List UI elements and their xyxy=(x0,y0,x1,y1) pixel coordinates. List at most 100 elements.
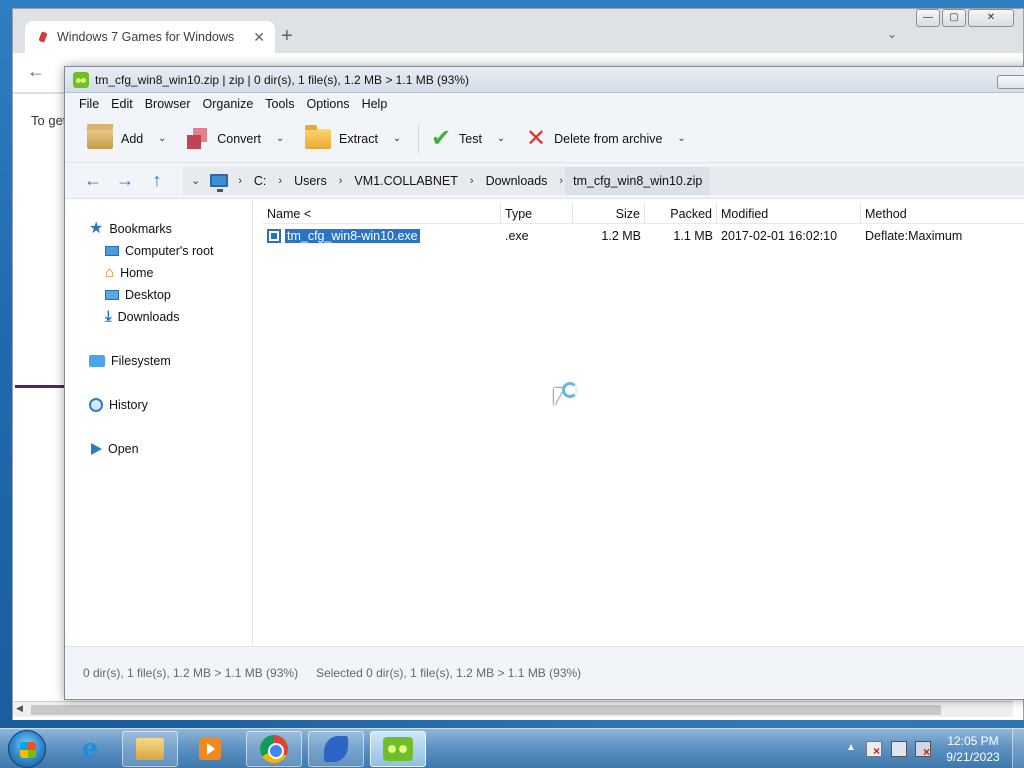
sidebar-label: Filesystem xyxy=(111,354,171,368)
file-name-cell[interactable]: tm_cfg_win8-win10.exe xyxy=(263,229,501,243)
status-archive-info: 0 dir(s), 1 file(s), 1.2 MB > 1.1 MB (93… xyxy=(83,665,299,680)
forward-arrow-icon[interactable]: → xyxy=(109,170,141,191)
convert-button[interactable]: Convert xyxy=(179,123,269,155)
delete-dropdown-button[interactable]: ⌄ xyxy=(670,133,692,144)
convert-icon xyxy=(187,127,209,150)
media-player-icon xyxy=(199,738,221,760)
extract-folder-icon xyxy=(305,124,332,149)
add-dropdown-button[interactable]: ⌄ xyxy=(151,133,173,144)
breadcrumb-downloads[interactable]: Downloads xyxy=(476,174,558,188)
minimize-button[interactable]: — xyxy=(916,9,940,27)
breadcrumb-separator[interactable]: › xyxy=(236,175,244,187)
peazip-titlebar[interactable]: tm_cfg_win8_win10.zip | zip | 0 dir(s), … xyxy=(65,67,1024,93)
clock-date: 9/21/2023 xyxy=(946,750,1000,764)
taskbar-peazip[interactable] xyxy=(370,731,426,767)
extract-button[interactable]: Extract xyxy=(297,123,386,155)
action-center-flag-icon[interactable] xyxy=(866,741,882,758)
file-list: Name < Type Size Packed Modified Method … xyxy=(253,200,1024,646)
taskbar-media-player[interactable] xyxy=(182,731,238,767)
file-name[interactable]: tm_cfg_win8-win10.exe xyxy=(285,229,420,243)
menu-edit[interactable]: Edit xyxy=(105,97,139,111)
wireshark-fin-icon xyxy=(324,736,348,762)
status-bar: 0 dir(s), 1 file(s), 1.2 MB > 1.1 MB (93… xyxy=(65,646,1024,698)
breadcrumb-user-folder[interactable]: VM1.COLLABNET xyxy=(344,174,468,188)
file-type: .exe xyxy=(505,229,529,243)
chrome-icon xyxy=(260,735,288,763)
page-divider xyxy=(15,385,67,388)
peazip-window-button[interactable] xyxy=(997,75,1024,89)
history-dropdown-icon[interactable]: ⌄ xyxy=(189,174,202,187)
chrome-tab[interactable]: Windows 7 Games for Windows ✕ xyxy=(25,21,275,53)
scrollbar-thumb[interactable] xyxy=(31,705,941,715)
folder-icon xyxy=(89,355,105,367)
sidebar-item-desktop[interactable]: Desktop xyxy=(105,288,171,302)
show-desktop-button[interactable] xyxy=(1012,729,1024,768)
column-size[interactable]: Size xyxy=(573,204,645,224)
sidebar-item-downloads[interactable]: ⤓ Downloads xyxy=(105,309,179,324)
taskbar-google-chrome[interactable] xyxy=(246,731,302,767)
breadcrumb-separator[interactable]: › xyxy=(557,175,565,187)
taskbar-internet-explorer[interactable]: e xyxy=(62,731,118,767)
close-button[interactable]: ✕ xyxy=(968,9,1014,27)
menu-tools[interactable]: Tools xyxy=(259,97,300,111)
breadcrumb-separator[interactable]: › xyxy=(468,175,476,187)
breadcrumb-archive[interactable]: tm_cfg_win8_win10.zip xyxy=(565,166,711,195)
horizontal-scrollbar[interactable]: ◀ xyxy=(13,701,1013,717)
scroll-left-arrow-icon[interactable]: ◀ xyxy=(16,703,23,714)
breadcrumb-drive[interactable]: C: xyxy=(244,174,277,188)
taskbar-windows-explorer[interactable] xyxy=(122,731,178,767)
up-arrow-icon[interactable]: ↑ xyxy=(141,170,173,191)
menu-help[interactable]: Help xyxy=(356,97,394,111)
breadcrumb-separator[interactable]: › xyxy=(337,175,345,187)
column-modified[interactable]: Modified xyxy=(717,204,861,224)
show-hidden-icons-button[interactable]: ▲ xyxy=(846,742,856,753)
file-method: Deflate:Maximum xyxy=(865,229,963,243)
delete-from-archive-button[interactable]: ✕ Delete from archive xyxy=(518,123,670,155)
table-row[interactable]: tm_cfg_win8-win10.exe .exe 1.2 MB 1.1 MB… xyxy=(263,226,1024,246)
test-button[interactable]: ✔ Test xyxy=(423,123,490,155)
menu-organize[interactable]: Organize xyxy=(197,97,260,111)
taskbar-wireshark[interactable] xyxy=(308,731,364,767)
extract-dropdown-button[interactable]: ⌄ xyxy=(386,133,408,144)
column-name[interactable]: Name < xyxy=(263,204,501,224)
file-packed: 1.1 MB xyxy=(673,229,713,243)
computer-icon[interactable] xyxy=(210,174,229,192)
peazip-window: tm_cfg_win8_win10.zip | zip | 0 dir(s), … xyxy=(64,66,1024,700)
start-button[interactable] xyxy=(8,730,46,768)
sidebar-item-filesystem[interactable]: Filesystem xyxy=(89,354,171,368)
menu-browser[interactable]: Browser xyxy=(139,97,197,111)
extract-label: Extract xyxy=(339,131,378,146)
network-icon[interactable] xyxy=(891,741,907,757)
sidebar-item-open[interactable]: Open xyxy=(91,442,139,456)
sidebar-label: Bookmarks xyxy=(109,222,172,236)
sidebar-label: Computer's root xyxy=(125,244,214,258)
sidebar-item-bookmarks[interactable]: ★ Bookmarks xyxy=(89,220,172,237)
exe-file-icon xyxy=(267,229,281,243)
home-icon: ⌂ xyxy=(105,264,115,281)
tab-search-button[interactable]: ⌄ xyxy=(887,27,897,41)
system-clock[interactable]: 12:05 PM 9/21/2023 xyxy=(942,733,1004,765)
tab-close-icon[interactable]: ✕ xyxy=(253,29,265,46)
back-arrow-icon[interactable]: ← xyxy=(77,170,109,191)
breadcrumb-separator[interactable]: › xyxy=(276,175,284,187)
file-list-header: Name < Type Size Packed Modified Method xyxy=(263,204,1024,224)
add-button[interactable]: Add xyxy=(79,123,151,155)
sidebar-label: Home xyxy=(120,266,154,280)
chrome-window-controls: — ▢ ✕ xyxy=(916,9,1014,29)
maximize-button[interactable]: ▢ xyxy=(942,9,966,27)
sidebar-item-computer-root[interactable]: Computer's root xyxy=(105,244,214,258)
breadcrumb-users[interactable]: Users xyxy=(284,174,337,188)
convert-dropdown-button[interactable]: ⌄ xyxy=(269,133,291,144)
column-packed[interactable]: Packed xyxy=(645,204,717,224)
column-method[interactable]: Method xyxy=(861,204,1021,224)
column-type[interactable]: Type xyxy=(501,204,573,224)
browser-back-button[interactable]: ← xyxy=(27,61,45,82)
sidebar-item-history[interactable]: History xyxy=(89,398,148,412)
menu-options[interactable]: Options xyxy=(300,97,355,111)
sidebar-item-home[interactable]: ⌂ Home xyxy=(105,264,154,281)
new-tab-button[interactable]: + xyxy=(281,25,293,47)
volume-muted-icon[interactable] xyxy=(915,741,931,759)
menu-file[interactable]: File xyxy=(73,97,105,111)
test-dropdown-button[interactable]: ⌄ xyxy=(490,133,512,144)
star-icon: ★ xyxy=(89,220,104,237)
